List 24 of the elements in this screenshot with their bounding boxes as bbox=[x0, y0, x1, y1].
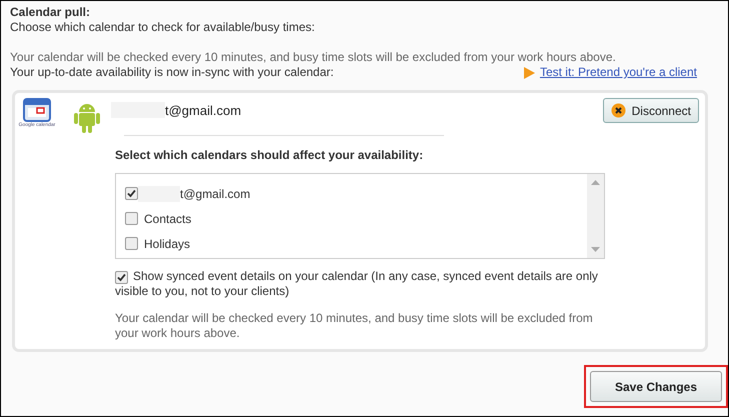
save-button[interactable]: Save Changes bbox=[590, 371, 722, 402]
disconnect-button[interactable]: Disconnect bbox=[602, 98, 699, 123]
calendar-icon bbox=[23, 98, 51, 122]
checkbox[interactable] bbox=[125, 212, 138, 225]
footer-note: Your calendar will be checked every 10 minutes, and busy time slots will be excluded from your work hours above. bbox=[115, 311, 594, 341]
calendar-option[interactable]: t@gmail.com bbox=[180, 186, 250, 200]
checkbox[interactable] bbox=[125, 237, 138, 250]
calendars-label: Select which calendars should affect your availability: bbox=[115, 148, 424, 162]
check-note: Your calendar will be checked every 10 minutes, and busy time slots will be excluded from your work hours above. bbox=[10, 50, 617, 65]
play-icon bbox=[524, 66, 535, 78]
close-icon bbox=[610, 103, 626, 118]
checkbox[interactable] bbox=[115, 271, 128, 284]
scroll-down-icon[interactable] bbox=[591, 247, 600, 252]
checkbox[interactable] bbox=[125, 187, 138, 200]
test-link[interactable]: Test it: Pretend you're a client bbox=[540, 65, 697, 80]
scroll-up-icon[interactable] bbox=[591, 180, 600, 185]
account-email: t@gmail.com bbox=[165, 102, 242, 118]
section-heading: Calendar pull: bbox=[10, 5, 92, 20]
calendar-option[interactable]: Holidays bbox=[144, 236, 190, 250]
details-option[interactable]: Show synced event details on your calendar (In any case, synced event details are only visible to you, not to your clients) bbox=[115, 269, 605, 299]
calendar-option[interactable]: Contacts bbox=[144, 212, 192, 226]
sync-note: Your up-to-date availability is now in-sync with your calendar: bbox=[10, 65, 334, 80]
instructions-text: Choose which calendar to check for available/busy times: bbox=[10, 20, 316, 35]
scrollbar[interactable] bbox=[587, 174, 604, 258]
